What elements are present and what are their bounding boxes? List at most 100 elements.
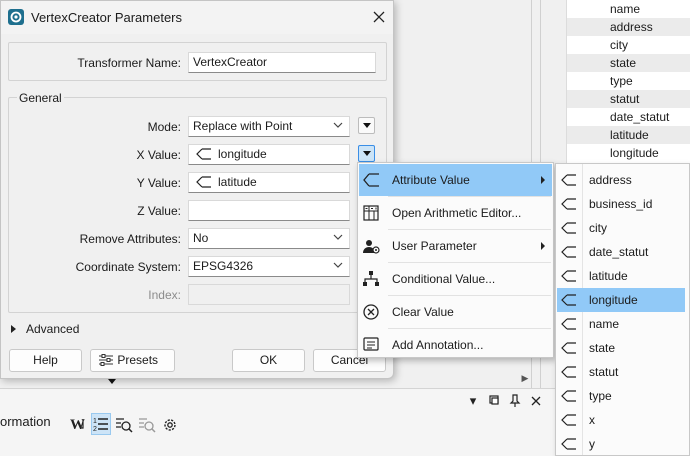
attribute-icon: [561, 438, 576, 450]
menu-item-label: Attribute Value: [392, 173, 470, 187]
restore-window-icon[interactable]: [486, 393, 502, 409]
close-button[interactable]: [365, 5, 393, 29]
submenu-item[interactable]: business_id: [557, 192, 685, 216]
menu-item-label: Add Annotation...: [392, 338, 484, 352]
presets-label: Presets: [117, 353, 159, 367]
gear-icon[interactable]: [160, 413, 180, 435]
table-row[interactable]: date_statut: [567, 108, 690, 126]
svg-text:1: 1: [93, 418, 97, 425]
attribute-icon: [561, 342, 576, 354]
submenu-item[interactable]: date_statut: [557, 240, 685, 264]
x-value-input[interactable]: longitude: [188, 144, 350, 165]
coordinate-system-label: Coordinate System:: [75, 260, 181, 274]
submenu-item[interactable]: city: [557, 216, 685, 240]
menu-item-user-parameter[interactable]: User Parameter: [359, 230, 552, 262]
z-value-input[interactable]: [188, 200, 350, 221]
triangle-down-icon: [363, 151, 371, 156]
attribute-icon: [561, 414, 576, 426]
submenu-arrow-icon: [541, 242, 545, 250]
table-row[interactable]: type: [567, 72, 690, 90]
table-row[interactable]: city: [567, 36, 690, 54]
attribute-icon: [561, 318, 576, 330]
submenu-item[interactable]: state: [557, 336, 685, 360]
chevron-down-icon: [333, 122, 343, 128]
attribute-submenu: address business_id city date_statut lat…: [555, 163, 690, 456]
submenu-item-label: x: [589, 413, 595, 427]
submenu-item-label: address: [589, 173, 632, 187]
help-button[interactable]: Help: [9, 349, 82, 372]
search-list-icon[interactable]: [114, 413, 134, 435]
app-icon: [8, 9, 24, 25]
menu-item-label: User Parameter: [392, 239, 477, 253]
ok-button[interactable]: OK: [232, 349, 305, 372]
submenu-item[interactable]: name: [557, 312, 685, 336]
submenu-item[interactable]: type: [557, 384, 685, 408]
y-value-label: Y Value:: [136, 176, 181, 190]
remove-attributes-select[interactable]: No: [188, 228, 350, 249]
scroll-down-icon[interactable]: ▾: [465, 393, 481, 409]
attribute-icon: [561, 222, 576, 234]
line-numbers-icon[interactable]: 12: [91, 413, 111, 435]
table-row[interactable]: state: [567, 54, 690, 72]
table-row[interactable]: name: [567, 0, 690, 18]
submenu-item-label: date_statut: [589, 245, 649, 259]
word-wrap-icon[interactable]: W: [68, 413, 88, 435]
menu-item-attribute-value[interactable]: Attribute Value: [359, 164, 552, 196]
submenu-item[interactable]: x: [557, 408, 685, 432]
mode-select[interactable]: Replace with Point: [188, 116, 350, 137]
submenu-item[interactable]: statut: [557, 360, 685, 384]
sliders-icon: [99, 354, 113, 366]
horizontal-scrollbar[interactable]: ▶: [392, 370, 532, 386]
submenu-item[interactable]: latitude: [557, 264, 685, 288]
presets-button[interactable]: Presets: [90, 349, 175, 384]
table-row[interactable]: latitude: [567, 126, 690, 144]
x-value-text: longitude: [218, 147, 267, 161]
attribute-icon: [561, 246, 576, 258]
advanced-section-toggle[interactable]: Advanced: [11, 322, 79, 336]
mode-value: Replace with Point: [193, 119, 293, 133]
annotation-icon: [363, 337, 379, 351]
table-row[interactable]: address: [567, 18, 690, 36]
triangle-down-icon: [108, 379, 116, 384]
y-value-input[interactable]: latitude: [188, 172, 350, 193]
remove-attributes-value: No: [193, 231, 209, 245]
expand-arrow-icon: [11, 325, 16, 333]
dialog-title: VertexCreator Parameters: [31, 10, 183, 25]
user-parameter-icon: [363, 240, 380, 254]
scroll-right-icon[interactable]: ▶: [518, 370, 532, 386]
attribute-icon: [363, 173, 379, 187]
table-row[interactable]: statut: [567, 90, 690, 108]
close-icon[interactable]: [528, 393, 544, 409]
hierarchy-icon: [363, 271, 379, 286]
triangle-down-icon: [363, 123, 371, 128]
mode-label: Mode:: [147, 120, 181, 134]
submenu-arrow-icon: [541, 176, 545, 184]
filter-search-icon[interactable]: [137, 413, 157, 435]
submenu-item-label: business_id: [589, 197, 653, 211]
submenu-item-label: type: [589, 389, 612, 403]
title-bar[interactable]: VertexCreator Parameters: [1, 1, 393, 34]
calculator-icon: [363, 205, 379, 221]
submenu-item[interactable]: y: [557, 432, 685, 456]
submenu-item-label: name: [589, 317, 620, 331]
submenu-item-highlighted[interactable]: longitude: [557, 288, 685, 312]
attribute-icon: [196, 148, 211, 160]
submenu-item-label: statut: [589, 365, 619, 379]
attribute-icon: [561, 198, 576, 210]
menu-item-conditional-value[interactable]: Conditional Value...: [359, 263, 552, 295]
general-group-label: General: [17, 91, 64, 105]
menu-item-arithmetic-editor[interactable]: Open Arithmetic Editor...: [359, 197, 552, 229]
table-row[interactable]: longitude: [567, 144, 690, 162]
x-value-options-button[interactable]: [358, 145, 375, 162]
submenu-item[interactable]: address: [557, 168, 685, 192]
menu-item-label: Open Arithmetic Editor...: [392, 206, 522, 220]
pin-icon[interactable]: [507, 393, 523, 409]
parameters-dialog: VertexCreator Parameters Transformer Nam…: [0, 0, 394, 384]
menu-item-clear-value[interactable]: Clear Value: [359, 296, 552, 328]
clear-icon: [363, 304, 379, 320]
menu-item-add-annotation[interactable]: Add Annotation...: [359, 329, 552, 361]
submenu-item-label: y: [589, 437, 595, 451]
coordinate-system-select[interactable]: EPSG4326: [188, 256, 350, 277]
mode-options-button[interactable]: [358, 117, 375, 134]
transformer-name-input[interactable]: VertexCreator: [188, 52, 376, 73]
